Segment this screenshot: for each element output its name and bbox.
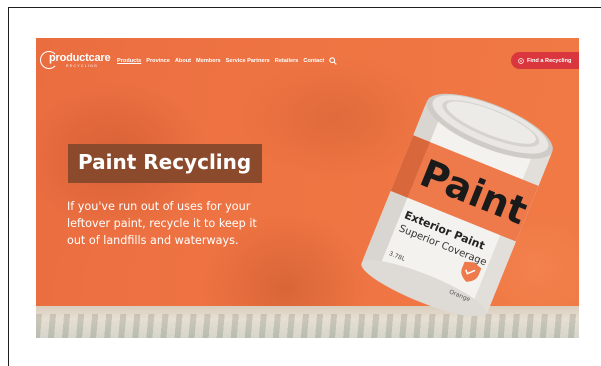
productcare-logo[interactable]: productcare RECYCLING <box>40 51 116 69</box>
main-nav: Products Province About Members Service … <box>117 56 338 66</box>
nav-item-contact[interactable]: Contact <box>303 58 324 64</box>
find-recycling-label: Find a Recycling <box>527 57 572 64</box>
nav-item-retailers[interactable]: Retailers <box>275 58 299 64</box>
search-icon[interactable] <box>329 57 338 65</box>
hero-title-box: Paint Recycling <box>68 144 262 183</box>
nav-item-service-partners[interactable]: Service Partners <box>226 58 270 64</box>
frame-border-top <box>8 7 601 8</box>
logo-text: productcare <box>49 52 111 64</box>
hero-subtitle: If you've run out of uses for your lefto… <box>67 200 257 247</box>
paint-can-illustration: Paint Exterior Paint Superior Coverage 3… <box>361 93 553 316</box>
nav-item-members[interactable]: Members <box>196 58 221 64</box>
frame-border-left <box>8 7 9 366</box>
nav-item-province[interactable]: Province <box>146 58 170 64</box>
location-pin-icon <box>518 57 524 64</box>
logo-subtext: RECYCLING <box>66 64 99 68</box>
nav-item-products[interactable]: Products <box>117 58 141 64</box>
nav-item-about[interactable]: About <box>175 58 191 64</box>
page-title: Paint Recycling <box>78 150 252 174</box>
website-screenshot: productcare RECYCLING Products Province … <box>36 38 579 338</box>
